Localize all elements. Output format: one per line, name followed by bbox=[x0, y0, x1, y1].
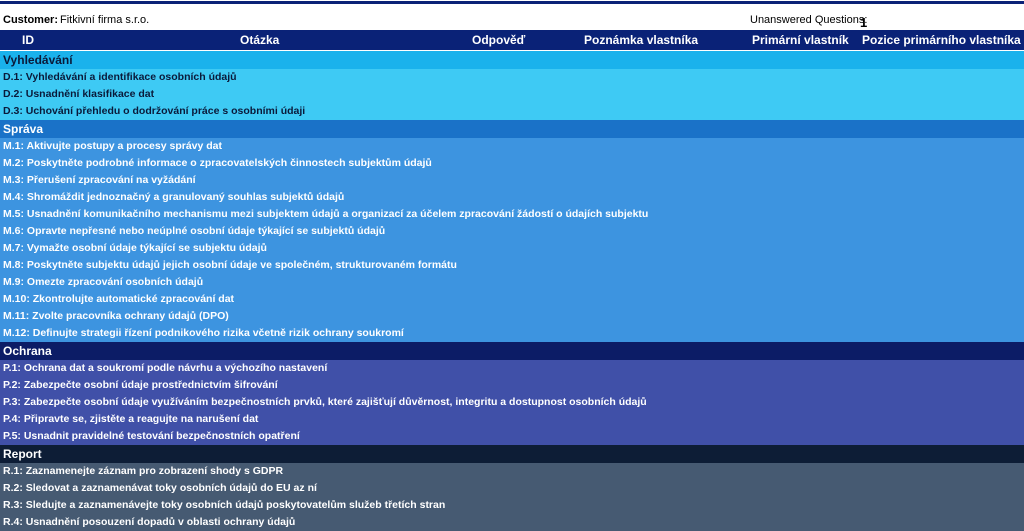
section-report: Report R.1: Zaznamenejte záznam pro zobr… bbox=[0, 445, 1024, 531]
table-row[interactable]: M.2: Poskytněte podrobné informace o zpr… bbox=[0, 155, 1024, 172]
table-header: ID Otázka Odpověď Poznámka vlastníka Pri… bbox=[0, 30, 1024, 51]
table-row[interactable]: R.3: Sledujte a zaznamenávejte toky osob… bbox=[0, 497, 1024, 514]
table-row[interactable]: R.2: Sledovat a zaznamenávat toky osobní… bbox=[0, 480, 1024, 497]
table-row[interactable]: M.7: Vymažte osobní údaje týkající se su… bbox=[0, 240, 1024, 257]
table-row[interactable]: M.1: Aktivujte postupy a procesy správy … bbox=[0, 138, 1024, 155]
table-row[interactable]: P.4: Připravte se, zjistěte a reagujte n… bbox=[0, 411, 1024, 428]
table-row[interactable]: D.2: Usnadnění klasifikace dat bbox=[0, 86, 1024, 103]
table-row[interactable]: R.4: Usnadnění posouzení dopadů v oblast… bbox=[0, 514, 1024, 531]
table-row[interactable]: R.1: Zaznamenejte záznam pro zobrazení s… bbox=[0, 463, 1024, 480]
column-header-answer[interactable]: Odpověď bbox=[472, 33, 525, 47]
table-row[interactable]: M.11: Zvolte pracovníka ochrany údajů (D… bbox=[0, 308, 1024, 325]
column-header-owner-note[interactable]: Poznámka vlastníka bbox=[584, 33, 698, 47]
table-row[interactable]: P.5: Usnadnit pravidelné testování bezpe… bbox=[0, 428, 1024, 445]
section-title[interactable]: Ochrana bbox=[0, 342, 1024, 360]
unanswered-label: Unanswered Questions: bbox=[750, 14, 868, 26]
section-title[interactable]: Report bbox=[0, 445, 1024, 463]
unanswered-count: 1 bbox=[860, 15, 868, 30]
table-row[interactable]: P.1: Ochrana dat a soukromí podle návrhu… bbox=[0, 360, 1024, 377]
table-row[interactable]: M.9: Omezte zpracování osobních údajů bbox=[0, 274, 1024, 291]
section-vyhledavani: Vyhledávání D.1: Vyhledávání a identifik… bbox=[0, 51, 1024, 120]
customer-value: Fitkivní firma s.r.o. bbox=[60, 14, 150, 26]
table-row[interactable]: M.3: Přerušení zpracování na vyžádání bbox=[0, 172, 1024, 189]
column-header-owner-position[interactable]: Pozice primárního vlastníka bbox=[862, 33, 1021, 47]
table-row[interactable]: M.10: Zkontrolujte automatické zpracován… bbox=[0, 291, 1024, 308]
column-header-question[interactable]: Otázka bbox=[240, 33, 279, 47]
table-row[interactable]: P.3: Zabezpečte osobní údaje využíváním … bbox=[0, 394, 1024, 411]
column-header-id[interactable]: ID bbox=[22, 33, 34, 47]
table-row[interactable]: M.12: Definujte strategii řízení podniko… bbox=[0, 325, 1024, 342]
table-row[interactable]: M.4: Shromáždit jednoznačný a granulovan… bbox=[0, 189, 1024, 206]
section-title[interactable]: Správa bbox=[0, 120, 1024, 138]
customer-label: Customer: bbox=[3, 14, 59, 26]
column-header-primary-owner[interactable]: Primární vlastník bbox=[752, 33, 849, 47]
section-sprava: Správa M.1: Aktivujte postupy a procesy … bbox=[0, 120, 1024, 342]
table-row[interactable]: D.1: Vyhledávání a identifikace osobních… bbox=[0, 69, 1024, 86]
table-row[interactable]: D.3: Uchování přehledu o dodržování prác… bbox=[0, 103, 1024, 120]
section-ochrana: Ochrana P.1: Ochrana dat a soukromí podl… bbox=[0, 342, 1024, 445]
table-row[interactable]: M.5: Usnadnění komunikačního mechanismu … bbox=[0, 206, 1024, 223]
table-row[interactable]: P.2: Zabezpečte osobní údaje prostřednic… bbox=[0, 377, 1024, 394]
table-row[interactable]: M.6: Opravte nepřesné nebo neúplné osobn… bbox=[0, 223, 1024, 240]
customer-bar: Customer: Fitkivní firma s.r.o. Unanswer… bbox=[0, 4, 1024, 30]
section-title[interactable]: Vyhledávání bbox=[0, 51, 1024, 69]
table-row[interactable]: M.8: Poskytněte subjektu údajů jejich os… bbox=[0, 257, 1024, 274]
